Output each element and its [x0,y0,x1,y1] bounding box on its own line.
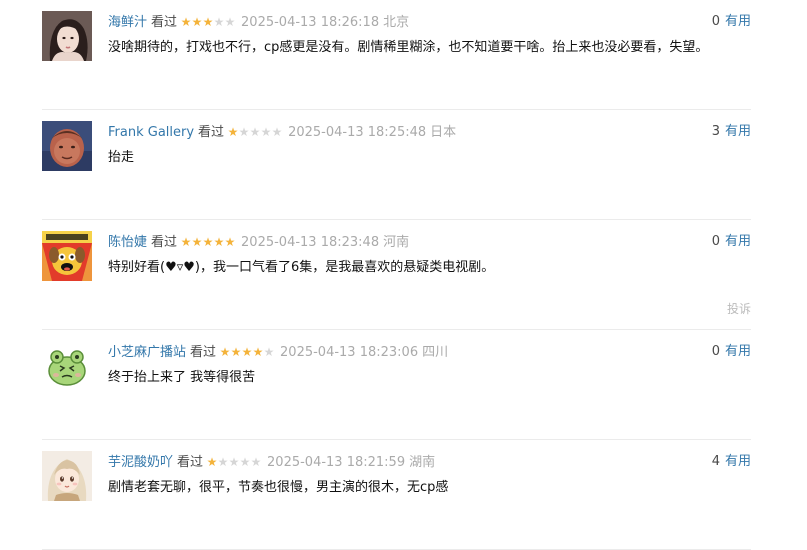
rating-stars: ★★★★★ [227,122,283,142]
comment-meta: 陈怡婕 看过 ★★★★★ 2025-04-13 18:23:48 河南 [108,232,409,252]
author-link[interactable]: Frank Gallery [108,125,194,140]
star-icon: ★ [227,125,239,139]
star-icon: ★ [239,455,251,469]
vote-area: 0 有用 [712,232,751,252]
star-icon: ★ [213,235,225,249]
star-icon: ★ [191,15,203,29]
rating-stars: ★★★★★ [206,452,262,472]
star-icon: ★ [213,15,225,29]
star-icon: ★ [180,15,192,29]
author-link[interactable]: 小芝麻广播站 [108,345,186,360]
star-icon: ★ [217,455,229,469]
comment-item: 海鲜汁 看过 ★★★★★ 2025-04-13 18:26:18 北京 0 有用 没啥期待… [42,0,751,110]
comment-meta: 小芝麻广播站 看过 ★★★★★ 2025-04-13 18:23:06 四川 [108,342,448,362]
comment-item: 小芝麻广播站 看过 ★★★★★ 2025-04-13 18:23:06 四川 0 有用 终… [42,330,751,440]
watch-status: 看过 [151,235,178,250]
cartoon-dog-avatar[interactable] [42,231,92,281]
vote-count: 4 [711,454,720,469]
report-link[interactable]: 投诉 [727,300,751,317]
star-icon: ★ [271,125,283,139]
star-icon: ★ [263,345,275,359]
comment-content: 没啥期待的，打戏也不行，cp感更是没有。剧情稀里糊涂，也不知道要干啥。抬上来也没… [108,40,709,55]
star-icon: ★ [252,345,264,359]
star-icon: ★ [180,235,192,249]
comment-meta: Frank Gallery 看过 ★★★★★ 2025-04-13 18:25:48 日… [108,122,456,142]
comment-content: 抬走 [108,150,135,165]
star-icon: ★ [228,455,240,469]
star-icon: ★ [202,15,214,29]
useful-button[interactable]: 有用 [725,14,751,29]
author-link[interactable]: 陈怡婕 [108,235,147,250]
vote-count: 0 [711,234,720,249]
author-link[interactable]: 芋泥酸奶吖 [108,455,173,470]
girl-portrait-avatar[interactable] [42,11,92,61]
watch-status: 看过 [190,345,217,360]
comment-time: 2025-04-13 18:21:59 [267,455,406,470]
star-icon: ★ [206,455,218,469]
cartoon-face-avatar[interactable] [42,121,92,171]
vote-area: 0 有用 [712,12,751,32]
avatar-image [42,231,92,281]
comment-item: Frank Gallery 看过 ★★★★★ 2025-04-13 18:25:48 日… [42,110,751,220]
star-icon: ★ [250,455,262,469]
rating-stars: ★★★★★ [180,12,236,32]
comment-content: 特别好看(♥▿♥)，我一口气看了6集，是我最喜欢的悬疑类电视剧。 [108,260,495,275]
watch-status: 看过 [198,125,225,140]
star-icon: ★ [191,235,203,249]
comment-content: 剧情老套无聊，很平，节奏也很慢，男主演的很木，无cp感 [108,480,449,495]
comment-list: 海鲜汁 看过 ★★★★★ 2025-04-13 18:26:18 北京 0 有用 没啥期待… [42,0,751,550]
vote-count: 0 [711,344,720,359]
star-icon: ★ [241,345,253,359]
useful-button[interactable]: 有用 [725,234,751,249]
comment-item: 陈怡婕 看过 ★★★★★ 2025-04-13 18:23:48 河南 0 有用 特别好看… [42,220,751,330]
star-icon: ★ [260,125,272,139]
star-icon: ★ [224,15,236,29]
comment-meta: 芋泥酸奶吖 看过 ★★★★★ 2025-04-13 18:21:59 湖南 [108,452,435,472]
vote-area: 3 有用 [712,122,751,142]
avatar-image [42,451,92,501]
comment-time: 2025-04-13 18:23:48 [241,235,380,250]
comment-content: 终于抬上来了 我等得很苦 [108,370,256,385]
vote-area: 4 有用 [712,452,751,472]
watch-status: 看过 [177,455,204,470]
star-icon: ★ [219,345,231,359]
avatar-image [42,121,92,171]
useful-button[interactable]: 有用 [725,124,751,139]
vote-count: 3 [711,124,720,139]
useful-button[interactable]: 有用 [725,344,751,359]
comment-location: 河南 [383,235,410,250]
author-link[interactable]: 海鲜汁 [108,15,147,30]
star-icon: ★ [224,235,236,249]
green-frog-avatar[interactable] [42,341,92,391]
comment-location: 北京 [383,15,410,30]
star-icon: ★ [238,125,250,139]
avatar-image [42,11,92,61]
vote-area: 0 有用 [712,342,751,362]
comment-location: 日本 [430,125,457,140]
star-icon: ★ [230,345,242,359]
star-icon: ★ [202,235,214,249]
avatar-image [42,341,92,391]
comment-location: 湖南 [409,455,436,470]
vote-count: 0 [711,14,720,29]
watch-status: 看过 [151,15,178,30]
comment-item: 芋泥酸奶吖 看过 ★★★★★ 2025-04-13 18:21:59 湖南 4 有用 剧情… [42,440,751,550]
rating-stars: ★★★★★ [219,342,275,362]
comment-time: 2025-04-13 18:26:18 [241,15,380,30]
comment-time: 2025-04-13 18:25:48 [288,125,427,140]
comment-location: 四川 [422,345,449,360]
comment-time: 2025-04-13 18:23:06 [280,345,419,360]
useful-button[interactable]: 有用 [725,454,751,469]
anime-girl-avatar[interactable] [42,451,92,501]
star-icon: ★ [249,125,261,139]
rating-stars: ★★★★★ [180,232,236,252]
comment-meta: 海鲜汁 看过 ★★★★★ 2025-04-13 18:26:18 北京 [108,12,409,32]
